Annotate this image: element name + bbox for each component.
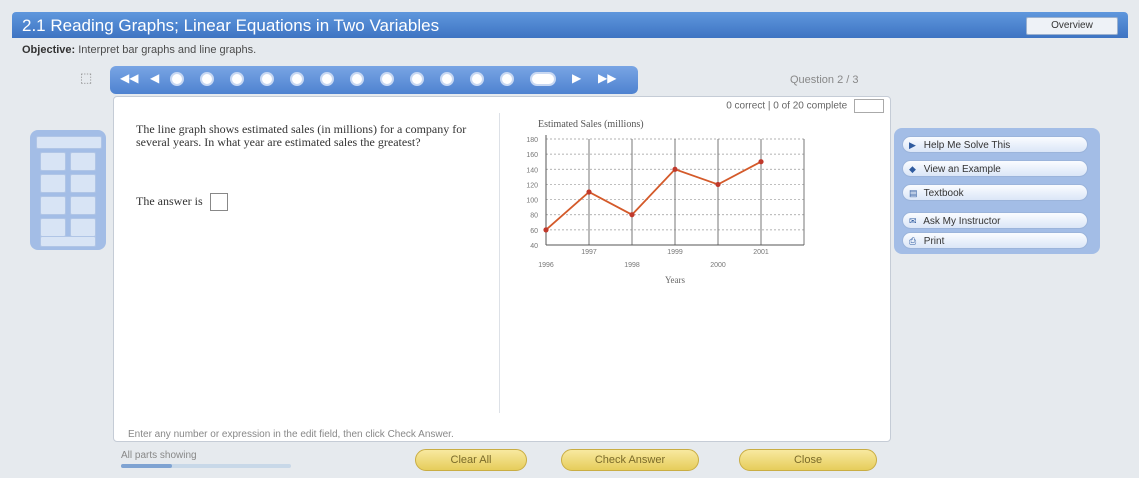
data-point	[715, 181, 721, 188]
question-dot[interactable]	[290, 72, 304, 86]
print-icon: ⎙	[909, 236, 917, 246]
y-tick-label: 80	[530, 213, 538, 220]
points-status: All parts showing	[121, 450, 197, 461]
view-example-label: View an Example	[923, 164, 1001, 175]
x-tick-label: 1997	[581, 249, 597, 256]
bottom-bar: All parts showing Clear All Check Answer…	[115, 446, 895, 472]
help-panel: ▶ Help Me Solve This ◆ View an Example ▤…	[894, 128, 1100, 254]
nth-root-button[interactable]	[70, 196, 96, 215]
progress-bar-fill	[121, 464, 172, 468]
y-tick-label: 100	[526, 198, 538, 205]
question-nav: ◀◀ ◀ ▶ ▶▶	[110, 66, 638, 94]
sqrt-button[interactable]	[40, 196, 66, 215]
previous-question-icon[interactable]: ◀	[150, 71, 159, 85]
question-dot[interactable]	[500, 72, 514, 86]
x-tick-label: 1998	[624, 262, 640, 269]
print-button[interactable]: ⎙ Print	[902, 232, 1088, 249]
y-tick-label: 120	[526, 182, 538, 189]
question-dot[interactable]	[230, 72, 244, 86]
question-dot[interactable]	[410, 72, 424, 86]
textbook-icon: ▤	[909, 188, 918, 198]
objective: Objective: Interpret bar graphs and line…	[22, 44, 256, 56]
x-tick-label: 2001	[753, 249, 769, 256]
x-tick-label: 2000	[710, 262, 726, 269]
close-button[interactable]: Close	[739, 449, 877, 471]
page-title: 2.1 Reading Graphs; Linear Equations in …	[22, 16, 440, 35]
question-dot[interactable]	[200, 72, 214, 86]
progress-bar	[121, 464, 291, 468]
check-answer-button[interactable]: Check Answer	[561, 449, 699, 471]
objective-text: Interpret bar graphs and line graphs.	[78, 44, 257, 56]
question-dot[interactable]	[440, 72, 454, 86]
question-dot[interactable]	[470, 72, 484, 86]
more-button[interactable]	[40, 236, 96, 247]
mixed-number-button[interactable]	[70, 152, 96, 171]
last-question-icon[interactable]: ▶▶	[598, 71, 616, 85]
overview-button[interactable]: Overview	[1026, 17, 1118, 35]
y-tick-label: 60	[530, 228, 538, 235]
question-dot[interactable]	[260, 72, 274, 86]
question-dot[interactable]	[350, 72, 364, 86]
data-point	[586, 189, 592, 195]
question-counter: Question 2 / 3	[790, 74, 859, 86]
y-tick-label: 180	[526, 137, 538, 144]
ask-instructor-label: Ask My Instructor	[923, 216, 1001, 227]
palette-header	[36, 136, 102, 149]
fraction-button[interactable]	[40, 152, 66, 171]
question-dot[interactable]	[170, 72, 184, 86]
y-tick-label: 40	[530, 243, 538, 250]
pi-button[interactable]	[70, 218, 96, 237]
x-tick-label: 1996	[538, 262, 554, 269]
y-tick-label: 140	[526, 167, 538, 174]
title-bar: 2.1 Reading Graphs; Linear Equations in …	[12, 12, 1128, 38]
print-label: Print	[923, 236, 945, 247]
abs-value-button[interactable]	[40, 218, 66, 237]
first-question-icon[interactable]: ◀◀	[120, 71, 138, 85]
help-me-solve-button[interactable]: ▶ Help Me Solve This	[902, 136, 1088, 153]
next-question-icon[interactable]: ▶	[572, 71, 581, 85]
help-solve-icon: ▶	[909, 140, 916, 150]
question-panel: 0 correct | 0 of 20 complete The line gr…	[113, 96, 891, 442]
chart-title: Estimated Sales (millions)	[538, 119, 644, 130]
clear-all-button[interactable]: Clear All	[415, 449, 527, 471]
textbook-button[interactable]: ▤ Textbook	[902, 184, 1088, 201]
instruction-text: Enter any number or expression in the ed…	[128, 429, 454, 440]
question-dot[interactable]	[380, 72, 394, 86]
view-example-button[interactable]: ◆ View an Example	[902, 160, 1088, 177]
y-tick-label: 160	[526, 152, 538, 159]
textbook-label: Textbook	[923, 188, 964, 199]
x-axis-label: Years	[665, 275, 686, 285]
data-point	[629, 212, 635, 218]
data-point	[672, 166, 678, 172]
example-icon: ◆	[909, 164, 916, 174]
instructor-icon: ✉	[909, 216, 917, 226]
current-question-dot[interactable]	[530, 72, 556, 86]
help-me-solve-label: Help Me Solve This	[923, 140, 1011, 151]
data-point	[543, 227, 549, 233]
x-tick-label: 1999	[667, 249, 683, 256]
cursor-icon: ⬚	[80, 70, 93, 85]
sales-line-chart: Estimated Sales (millions) 40 60 80 100 120 14…	[526, 119, 805, 285]
data-point	[758, 159, 764, 165]
subscript-button[interactable]	[70, 174, 96, 193]
objective-label: Objective:	[22, 44, 76, 56]
exponent-button[interactable]	[40, 174, 66, 193]
question-dot[interactable]	[320, 72, 334, 86]
sales-line	[545, 160, 762, 231]
math-palette	[30, 130, 106, 250]
ask-instructor-button[interactable]: ✉ Ask My Instructor	[902, 212, 1088, 229]
